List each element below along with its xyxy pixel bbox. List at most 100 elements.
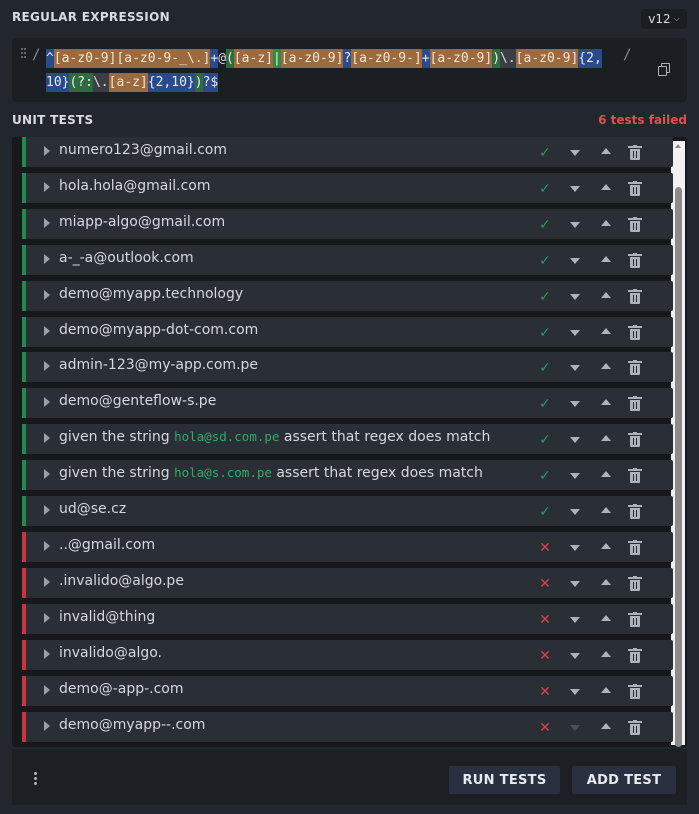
move-down-icon[interactable]: [570, 294, 580, 300]
expand-caret-icon[interactable]: [44, 469, 50, 479]
test-row[interactable]: ud@se.cz ✓: [22, 496, 673, 526]
expand-caret-icon[interactable]: [44, 182, 50, 192]
move-up-icon[interactable]: [601, 579, 611, 585]
test-row[interactable]: invalido@algo. ✕: [22, 640, 673, 670]
move-up-icon[interactable]: [601, 723, 611, 729]
move-up-icon[interactable]: [601, 363, 611, 369]
test-row[interactable]: demo@myapp-dot-com.com ✓: [22, 317, 673, 347]
move-down-icon[interactable]: [570, 473, 580, 479]
trash-icon[interactable]: [628, 648, 642, 663]
check-icon: ✓: [539, 145, 551, 161]
trash-icon[interactable]: [628, 325, 642, 340]
move-up-icon[interactable]: [601, 543, 611, 549]
move-up-icon[interactable]: [601, 399, 611, 405]
move-up-icon[interactable]: [601, 435, 611, 441]
test-row[interactable]: ..@gmail.com ✕: [22, 532, 673, 562]
trash-icon[interactable]: [628, 217, 642, 232]
expand-caret-icon[interactable]: [44, 541, 50, 551]
expand-caret-icon[interactable]: [44, 433, 50, 443]
test-row[interactable]: .invalido@algo.pe ✕: [22, 568, 673, 598]
test-row[interactable]: a-_-a@outlook.com ✓: [22, 245, 673, 275]
move-down-icon[interactable]: [570, 401, 580, 407]
move-down-icon[interactable]: [570, 653, 580, 659]
trash-icon[interactable]: [628, 612, 642, 627]
move-up-icon[interactable]: [601, 651, 611, 657]
test-row[interactable]: demo@-app-.com ✕: [22, 676, 673, 706]
trash-icon[interactable]: [628, 720, 642, 735]
expand-caret-icon[interactable]: [44, 613, 50, 623]
move-down-icon[interactable]: [570, 365, 580, 371]
move-up-icon[interactable]: [601, 292, 611, 298]
move-down-icon[interactable]: [570, 725, 580, 731]
move-down-icon[interactable]: [570, 186, 580, 192]
test-row[interactable]: demo@myapp--.com ✕: [22, 712, 673, 742]
run-tests-button[interactable]: RUN TESTS: [449, 766, 560, 794]
expand-caret-icon[interactable]: [44, 397, 50, 407]
more-options-icon[interactable]: [34, 772, 37, 786]
trash-icon[interactable]: [628, 396, 642, 411]
test-row[interactable]: given the string hola@s.com.pe assert th…: [22, 460, 673, 490]
expand-caret-icon[interactable]: [44, 685, 50, 695]
test-row[interactable]: miapp-algo@gmail.com ✓: [22, 209, 673, 239]
test-row[interactable]: demo@genteflow-s.pe ✓: [22, 388, 673, 418]
move-down-icon[interactable]: [570, 330, 580, 336]
move-up-icon[interactable]: [601, 328, 611, 334]
move-down-icon[interactable]: [570, 689, 580, 695]
trash-icon[interactable]: [628, 576, 642, 591]
expand-caret-icon[interactable]: [44, 254, 50, 264]
trash-icon[interactable]: [628, 432, 642, 447]
expand-caret-icon[interactable]: [44, 577, 50, 587]
move-down-icon[interactable]: [570, 150, 580, 156]
regex-editor[interactable]: / ^[a-z0-9][a-z0-9-_\.]+@([a-z]|[a-z0-9]…: [12, 38, 687, 102]
drag-handle-icon[interactable]: [21, 48, 26, 60]
expand-caret-icon[interactable]: [44, 505, 50, 515]
test-row[interactable]: demo@myapp.technology ✓: [22, 281, 673, 311]
test-row[interactable]: numero123@gmail.com ✓: [22, 137, 673, 167]
expand-caret-icon[interactable]: [44, 721, 50, 731]
trash-icon[interactable]: [628, 145, 642, 160]
move-down-icon[interactable]: [570, 222, 580, 228]
trash-icon[interactable]: [628, 540, 642, 555]
move-up-icon[interactable]: [601, 184, 611, 190]
expand-caret-icon[interactable]: [44, 290, 50, 300]
expand-caret-icon[interactable]: [44, 326, 50, 336]
trash-icon[interactable]: [628, 289, 642, 304]
test-row[interactable]: given the string hola@sd.com.pe assert t…: [22, 424, 673, 454]
copy-icon[interactable]: [658, 63, 672, 77]
trash-icon[interactable]: [628, 181, 642, 196]
move-up-icon[interactable]: [601, 507, 611, 513]
move-up-icon[interactable]: [601, 148, 611, 154]
move-down-icon[interactable]: [570, 617, 580, 623]
move-down-icon[interactable]: [570, 437, 580, 443]
test-label: given the string hola@sd.com.pe assert t…: [59, 429, 490, 445]
scrollbar-thumb[interactable]: [675, 187, 682, 747]
move-down-icon[interactable]: [570, 258, 580, 264]
scroll-up-arrow-icon[interactable]: [675, 144, 681, 148]
trash-icon[interactable]: [628, 253, 642, 268]
trash-icon[interactable]: [628, 360, 642, 375]
trash-icon[interactable]: [628, 504, 642, 519]
expand-caret-icon[interactable]: [44, 361, 50, 371]
add-test-button[interactable]: ADD TEST: [572, 766, 676, 794]
move-down-icon[interactable]: [570, 509, 580, 515]
version-select[interactable]: v12 ⌵: [641, 9, 687, 29]
regex-token: ^: [46, 49, 54, 68]
tests-scrollbar[interactable]: [671, 141, 685, 747]
move-up-icon[interactable]: [601, 687, 611, 693]
move-down-icon[interactable]: [570, 581, 580, 587]
expand-caret-icon[interactable]: [44, 649, 50, 659]
test-row[interactable]: invalid@thing ✕: [22, 604, 673, 634]
regex-token: $: [210, 73, 219, 92]
move-up-icon[interactable]: [601, 220, 611, 226]
regex-pattern[interactable]: ^[a-z0-9][a-z0-9-_\.]+@([a-z]|[a-z0-9]?[…: [46, 47, 606, 95]
trash-icon[interactable]: [628, 684, 642, 699]
expand-caret-icon[interactable]: [44, 218, 50, 228]
trash-icon[interactable]: [628, 468, 642, 483]
move-up-icon[interactable]: [601, 471, 611, 477]
move-up-icon[interactable]: [601, 615, 611, 621]
test-row[interactable]: admin-123@my-app.com.pe ✓: [22, 352, 673, 382]
move-down-icon[interactable]: [570, 545, 580, 551]
move-up-icon[interactable]: [601, 256, 611, 262]
expand-caret-icon[interactable]: [44, 146, 50, 156]
test-row[interactable]: hola.hola@gmail.com ✓: [22, 173, 673, 203]
